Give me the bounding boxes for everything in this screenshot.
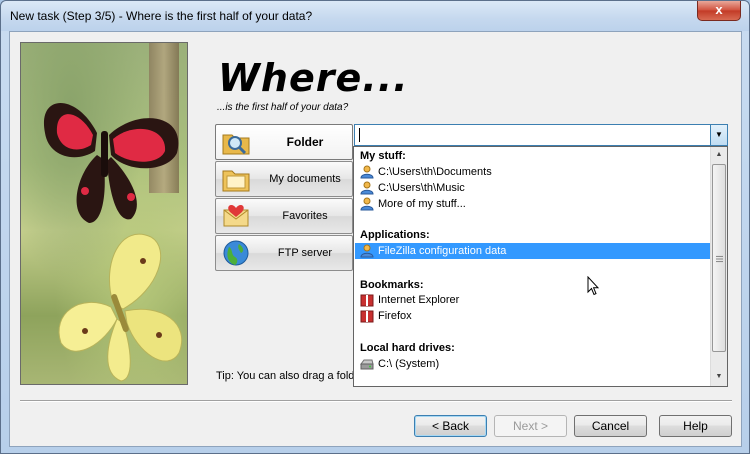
favorites-source-label: Favorites (282, 210, 328, 222)
wizard-window: New task (Step 3/5) - Where is the first… (0, 0, 750, 454)
list-item-label: Internet Explorer (378, 294, 460, 306)
dropdown-scrollbar[interactable]: ▲ ▼ (710, 147, 727, 386)
favorites-heart-envelope-icon (223, 205, 249, 227)
group-header-my-stuff: My stuff: (360, 150, 406, 162)
list-item-label: Firefox (378, 310, 412, 322)
globe-icon (223, 240, 249, 266)
tip-text: Tip: You can also drag a folde (216, 370, 361, 382)
list-item-selected[interactable]: FileZilla configuration data (355, 243, 711, 259)
user-icon (360, 244, 374, 258)
list-item[interactable]: C:\Users\th\Music (355, 180, 711, 196)
page-heading: Where... (218, 56, 409, 100)
butterfly-image (20, 42, 188, 385)
documents-folder-icon (222, 170, 250, 192)
folder-source-label: Folder (286, 135, 324, 149)
folder-source-button[interactable]: Folder (215, 124, 353, 160)
location-dropdown-list[interactable]: My stuff: C:\Users\th\Documents C:\Users… (353, 146, 728, 387)
list-item[interactable]: More of my stuff... (355, 196, 711, 212)
wizard-content: Where... ...is the first half of your da… (9, 31, 742, 447)
help-button[interactable]: Help (659, 415, 732, 437)
grip-icon (716, 255, 723, 263)
combobox-dropdown-button[interactable]: ▼ (710, 125, 727, 145)
red-butterfly-icon (43, 103, 179, 223)
footer-separator (20, 400, 732, 402)
favorites-source-button[interactable]: Favorites (215, 198, 353, 234)
window-title: New task (Step 3/5) - Where is the first… (10, 9, 313, 23)
list-item-label: C:\Users\th\Documents (378, 166, 492, 178)
list-item-label: C:\ (System) (378, 358, 440, 370)
list-item-label: FileZilla configuration data (378, 245, 507, 257)
ftp-server-source-label: FTP server (277, 247, 333, 259)
group-header-local-hard-drives: Local hard drives: (360, 342, 455, 354)
yellow-butterfly-icon (58, 233, 183, 382)
list-item[interactable]: C:\Users\th\Documents (355, 164, 711, 180)
close-icon: x (715, 2, 723, 17)
group-header-bookmarks: Bookmarks: (360, 279, 424, 291)
scrollbar-thumb[interactable] (712, 164, 726, 352)
list-item[interactable]: C:\ (System) (355, 356, 711, 372)
list-item[interactable]: Firefox (355, 308, 711, 324)
scroll-up-icon[interactable]: ▲ (711, 147, 727, 163)
book-icon (360, 310, 374, 323)
list-item[interactable]: Internet Explorer (355, 292, 711, 308)
list-item-label: C:\Users\th\Music (378, 182, 465, 194)
mouse-pointer-icon (587, 276, 599, 296)
location-combobox[interactable]: ▼ (354, 124, 728, 146)
book-icon (360, 294, 374, 307)
chevron-down-icon: ▼ (715, 130, 723, 139)
my-documents-source-label: My documents (269, 173, 341, 185)
group-header-applications: Applications: (360, 229, 430, 241)
title-bar[interactable]: New task (Step 3/5) - Where is the first… (1, 1, 749, 31)
page-subheading: ...is the first half of your data? (217, 102, 349, 113)
cancel-button[interactable]: Cancel (574, 415, 647, 437)
close-button[interactable]: x (697, 1, 741, 21)
ftp-server-source-button[interactable]: FTP server (215, 235, 353, 271)
my-documents-source-button[interactable]: My documents (215, 161, 353, 197)
hard-drive-icon (360, 359, 374, 370)
list-item-label: More of my stuff... (378, 198, 466, 210)
text-caret (359, 128, 360, 142)
user-icon (360, 197, 374, 211)
user-icon (360, 181, 374, 195)
scroll-down-icon[interactable]: ▼ (711, 369, 727, 385)
folder-search-icon (222, 134, 250, 155)
back-button[interactable]: < Back (414, 415, 487, 437)
next-button[interactable]: Next > (494, 415, 567, 437)
user-icon (360, 165, 374, 179)
